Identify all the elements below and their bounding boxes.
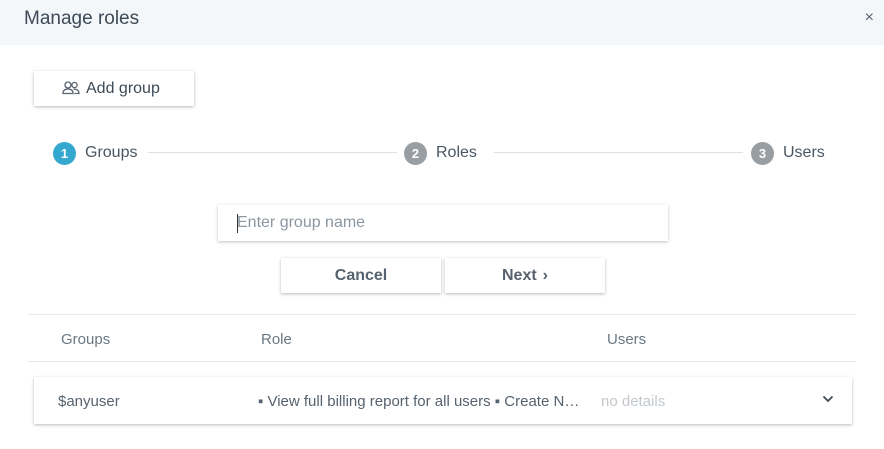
users-icon (62, 81, 80, 95)
add-group-label: Add group (86, 79, 160, 97)
step-groups[interactable]: 1 Groups (53, 141, 137, 165)
column-header-users: Users (607, 331, 647, 348)
group-name-input[interactable] (218, 205, 668, 241)
text-caret (237, 214, 238, 233)
table-row[interactable]: $anyuser ▪ View full billing report for … (34, 377, 852, 424)
chevron-right-icon: › (542, 266, 548, 284)
table-header-divider (28, 361, 856, 362)
chevron-down-icon[interactable] (822, 395, 834, 403)
column-header-role: Role (261, 331, 292, 348)
step-label: Roles (436, 144, 477, 161)
table-top-divider (28, 314, 856, 315)
step-number: 1 (53, 141, 76, 165)
step-users[interactable]: 3 Users (751, 141, 825, 165)
close-icon[interactable]: × (865, 9, 874, 27)
step-roles[interactable]: 2 Roles (404, 141, 477, 165)
row-roles: ▪ View full billing report for all users… (258, 393, 580, 410)
step-label: Users (783, 144, 825, 161)
row-group-name: $anyuser (58, 393, 120, 410)
step-number: 3 (751, 141, 774, 165)
column-header-groups: Groups (61, 331, 111, 348)
next-button[interactable]: Next › (445, 258, 605, 293)
stepper-connector (494, 152, 743, 153)
step-number: 2 (404, 141, 427, 165)
stepper-connector (148, 152, 397, 153)
next-label: Next (501, 266, 537, 284)
dialog-header: Manage roles × (0, 0, 884, 45)
cancel-button[interactable]: Cancel (281, 258, 441, 293)
dialog-title: Manage roles (24, 8, 140, 29)
step-label: Groups (85, 144, 138, 161)
cancel-label: Cancel (334, 266, 388, 284)
row-users: no details (601, 393, 666, 410)
add-group-button[interactable]: Add group (34, 71, 194, 106)
